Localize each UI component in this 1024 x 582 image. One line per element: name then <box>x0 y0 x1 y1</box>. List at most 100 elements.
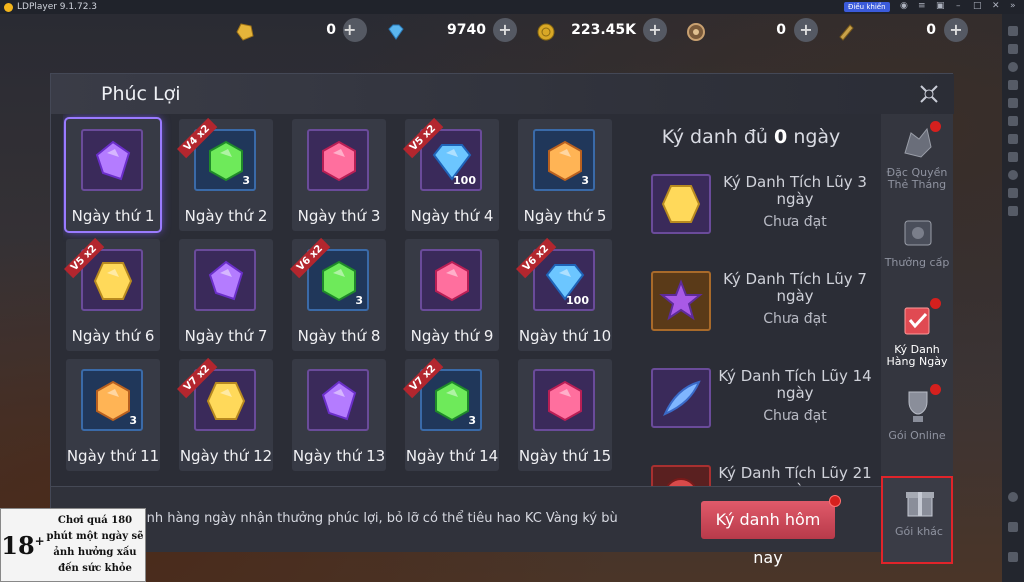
add-medal-button[interactable]: + <box>794 18 818 42</box>
side-tab[interactable]: Ký Danh Hàng Ngày <box>881 296 953 384</box>
toolbar-operations-icon[interactable] <box>1008 152 1018 162</box>
minimize-icon[interactable]: – <box>956 1 961 11</box>
day-reward-cell[interactable]: 3 Ngày thứ 11 <box>66 359 160 471</box>
gold-gem-icon <box>236 23 254 41</box>
reward-item-slot[interactable] <box>533 369 595 431</box>
toolbar-apk-icon[interactable] <box>1008 116 1018 126</box>
toolbar-multi-icon[interactable] <box>1008 206 1018 216</box>
reward-item-slot[interactable] <box>81 129 143 191</box>
day-reward-cell[interactable]: 3 V6 x2 Ngày thứ 8 <box>290 238 386 351</box>
toolbar-home-icon[interactable] <box>1008 522 1018 532</box>
add-gold-gem-button[interactable]: + <box>343 18 367 42</box>
age-rating: 18+ <box>1 531 45 560</box>
reward-item-slot[interactable] <box>307 129 369 191</box>
toolbar-back-icon[interactable] <box>1008 492 1018 502</box>
reward-item-slot[interactable]: 3 <box>533 129 595 191</box>
toolbar-volume-icon[interactable] <box>1008 188 1018 198</box>
item-quantity: 3 <box>355 294 363 307</box>
coin-icon <box>537 23 555 41</box>
add-coin-button[interactable]: + <box>643 18 667 42</box>
day-reward-cell[interactable]: 3 V7 x2 Ngày thứ 14 <box>403 358 499 471</box>
toolbar-folder-icon[interactable] <box>1008 134 1018 144</box>
day-label: Ngày thứ 13 <box>292 447 386 465</box>
day-label: Ngày thứ 7 <box>184 327 268 345</box>
toolbar-screenshot-icon[interactable] <box>1008 80 1018 90</box>
day-reward-cell[interactable]: 100 V5 x2 Ngày thứ 4 <box>403 118 499 231</box>
account-icon[interactable]: ◉ <box>900 1 908 11</box>
screen-icon[interactable]: ▣ <box>936 1 945 11</box>
resource-gold-gem-value: 0 <box>326 22 336 38</box>
app-title: LDPlayer 9.1.72.3 <box>17 2 98 12</box>
cumulative-reward-slot[interactable] <box>651 271 711 331</box>
menu-icon[interactable]: ≡ <box>918 1 926 11</box>
bottom-bar: Ký danh hàng ngày nhận thưởng phúc lợi, … <box>51 486 881 567</box>
side-tab-label: Đặc Quyền Thẻ Tháng <box>886 166 948 191</box>
day-label: Ngày thứ 8 <box>297 327 381 345</box>
day-reward-cell[interactable]: Ngày thứ 3 <box>292 119 386 231</box>
cumulative-reward-slot[interactable] <box>651 174 711 234</box>
resource-coin-value: 223.45K <box>571 22 636 38</box>
side-tab[interactable]: Đặc Quyền Thẻ Tháng <box>881 119 953 207</box>
side-tab[interactable]: Thưởng cấp <box>881 209 953 297</box>
day-reward-cell[interactable]: 3 V4 x2 Ngày thứ 2 <box>177 118 273 231</box>
side-tab-label: Ký Danh Hàng Ngày <box>886 343 948 368</box>
collapse-icon[interactable]: » <box>1010 1 1016 11</box>
cumulative-reward-title: Ký Danh Tích Lũy 3 ngày <box>723 173 867 208</box>
control-button[interactable]: Điều khiển <box>844 2 890 12</box>
resource-scroll <box>836 16 856 48</box>
toolbar-keyboard-icon[interactable] <box>1008 26 1018 36</box>
notification-dot <box>930 384 941 395</box>
cumulative-reward-status: Chưa đạt <box>763 214 827 230</box>
reward-item-slot[interactable]: 3 <box>81 369 143 431</box>
daily-reward-grid: Ngày thứ 1 3 V4 x2 Ngày thứ 2 Ngày thứ 3 100 V… <box>63 114 618 486</box>
cumulative-reward-slot[interactable] <box>651 368 711 428</box>
side-tab[interactable]: Gói khác <box>881 476 953 564</box>
day-reward-cell[interactable]: Ngày thứ 7 <box>179 239 273 351</box>
day-reward-cell[interactable]: Ngày thứ 9 <box>405 239 499 351</box>
cumulative-day-count: 0 <box>774 126 788 148</box>
notification-dot <box>829 495 841 507</box>
toolbar-location-icon[interactable] <box>1008 170 1018 180</box>
day-reward-cell[interactable]: Ngày thứ 13 <box>292 359 386 471</box>
day-reward-cell[interactable]: Ngày thứ 15 <box>518 359 612 471</box>
cumulative-reward-row: Ký Danh Tích Lũy 14 ngày Chưa đạt <box>651 368 876 458</box>
sign-in-today-button[interactable]: Ký danh hôm nay <box>701 495 841 567</box>
feather-icon <box>663 380 701 416</box>
yellow-gem-icon <box>206 382 246 420</box>
reward-item-slot[interactable] <box>307 369 369 431</box>
day-label: Ngày thứ 3 <box>297 207 381 225</box>
reward-item-slot[interactable] <box>194 249 256 311</box>
add-scroll-button[interactable]: + <box>944 18 968 42</box>
item-quantity: 3 <box>129 414 137 427</box>
close-window-icon[interactable]: ✕ <box>992 1 1000 11</box>
cumulative-reward-row: Ký Danh Tích Lũy 3 ngày Chưa đạt <box>651 174 876 264</box>
ldplayer-logo-icon <box>4 2 13 12</box>
toolbar-record-icon[interactable] <box>1008 98 1018 108</box>
day-label: Ngày thứ 5 <box>523 207 607 225</box>
toolbar-recent-icon[interactable] <box>1008 552 1018 562</box>
day-reward-cell[interactable]: 100 V6 x2 Ngày thứ 10 <box>516 238 612 351</box>
cumulative-reward-slot[interactable] <box>651 465 711 486</box>
day-reward-cell[interactable]: 3 Ngày thứ 5 <box>518 119 612 231</box>
toolbar-gamepad-icon[interactable] <box>1008 44 1018 54</box>
add-diamond-button[interactable]: + <box>493 18 517 42</box>
day-label: Ngày thứ 1 <box>71 207 155 225</box>
close-icon[interactable] <box>916 81 942 107</box>
day-reward-cell[interactable]: V5 x2 Ngày thứ 6 <box>64 238 160 351</box>
day-reward-cell[interactable]: Ngày thứ 1 <box>66 119 160 231</box>
maximize-icon[interactable]: □ <box>973 1 982 11</box>
resource-medal <box>686 16 706 48</box>
notice-text: Ký danh hàng ngày nhận thưởng phúc lợi, … <box>111 511 618 526</box>
day-label: Ngày thứ 9 <box>410 327 494 345</box>
gift-box-icon <box>906 492 934 517</box>
window-titlebar: LDPlayer 9.1.72.3 Điều khiển ◉ ≡ ▣ – □ ✕… <box>0 0 1024 14</box>
day-reward-cell[interactable]: V7 x2 Ngày thứ 12 <box>177 358 273 471</box>
side-tabs: Đặc Quyền Thẻ Tháng Thưởng cấp Ký Danh Hàn… <box>881 114 953 564</box>
reward-item-slot[interactable] <box>420 249 482 311</box>
toolbar-sync-icon[interactable] <box>1008 62 1018 72</box>
side-tab-label: Gói khác <box>895 525 943 538</box>
cumulative-reward-row: Ký Danh Tích Lũy 21 ngày <box>651 465 876 486</box>
side-tab[interactable]: Gói Online <box>881 382 953 470</box>
cumulative-reward-title: Ký Danh Tích Lũy 14 ngày <box>718 367 872 402</box>
resource-medal-value: 0 <box>776 22 786 38</box>
